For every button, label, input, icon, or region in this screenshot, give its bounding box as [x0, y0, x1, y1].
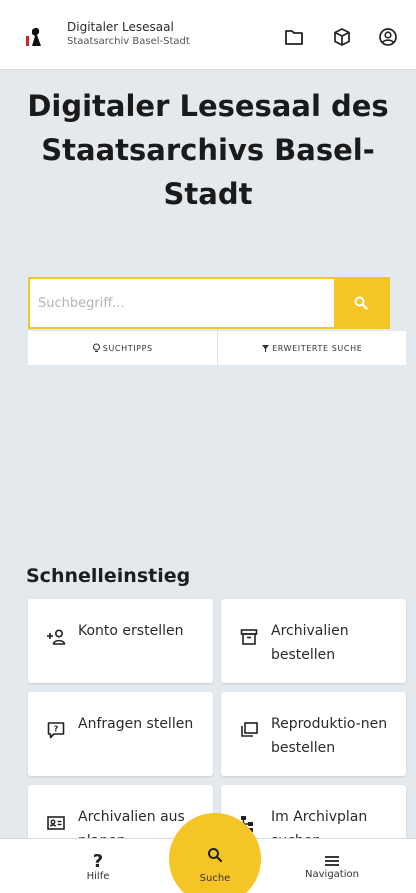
brand-title: Digitaler Lesesaal	[67, 20, 174, 34]
quick-access-title: Schnelleinstieg	[26, 565, 191, 587]
search-icon	[354, 296, 368, 310]
archive-box-icon	[240, 629, 258, 645]
search-button[interactable]	[334, 279, 388, 327]
search-input[interactable]	[30, 279, 334, 327]
lightbulb-icon	[92, 343, 100, 353]
card-order-archives[interactable]: Archivalien bestellen	[221, 599, 406, 683]
basel-crest-logo[interactable]	[26, 26, 48, 50]
nav-search-label: Suche	[199, 873, 231, 884]
id-card-icon	[47, 816, 65, 830]
nav-navigation[interactable]: Navigation	[287, 839, 377, 893]
card-label: Reproduktio-nen bestellen	[271, 716, 388, 756]
card-label: Anfragen stellen	[78, 716, 194, 732]
app-header: Digitaler Lesesaal Staatsarchiv Basel-St…	[0, 0, 416, 70]
search-links: SUCHTIPPS ERWEITERTE SUCHE	[28, 331, 406, 365]
nav-help[interactable]: ? Hilfe	[72, 839, 124, 893]
search-tips-link[interactable]: SUCHTIPPS	[28, 331, 217, 365]
card-order-reproductions[interactable]: Reproduktio-nen bestellen	[221, 692, 406, 776]
question-mark-icon: ?	[93, 851, 103, 871]
folder-icon[interactable]	[283, 26, 305, 48]
card-label: Konto erstellen	[78, 623, 184, 639]
advanced-search-link[interactable]: ERWEITERTE SUCHE	[216, 331, 407, 365]
nav-help-label: Hilfe	[86, 871, 110, 882]
brand[interactable]: Digitaler Lesesaal Staatsarchiv Basel-St…	[67, 20, 190, 49]
question-chat-icon: ?	[47, 722, 65, 739]
advanced-search-label: ERWEITERTE SUCHE	[272, 343, 363, 353]
card-label: Archivalien bestellen	[271, 623, 349, 663]
search-bar	[28, 277, 390, 329]
menu-icon	[325, 856, 339, 866]
svg-text:?: ?	[54, 725, 59, 734]
box-icon[interactable]	[331, 26, 353, 48]
copies-icon	[241, 722, 258, 737]
nav-navigation-label: Navigation	[305, 869, 359, 880]
add-user-icon	[47, 629, 66, 645]
card-create-account[interactable]: Konto erstellen	[28, 599, 213, 683]
page-title: Digitaler Lesesaal des Staatsarchivs Bas…	[27, 89, 389, 211]
filter-icon	[262, 344, 270, 352]
search-tips-label: SUCHTIPPS	[102, 343, 153, 353]
search-icon	[208, 848, 223, 863]
account-icon[interactable]	[377, 26, 399, 48]
brand-subtitle: Staatsarchiv Basel-Stadt	[67, 36, 190, 47]
svg-text:?: ?	[93, 851, 103, 871]
card-make-inquiries[interactable]: ? Anfragen stellen	[28, 692, 213, 776]
